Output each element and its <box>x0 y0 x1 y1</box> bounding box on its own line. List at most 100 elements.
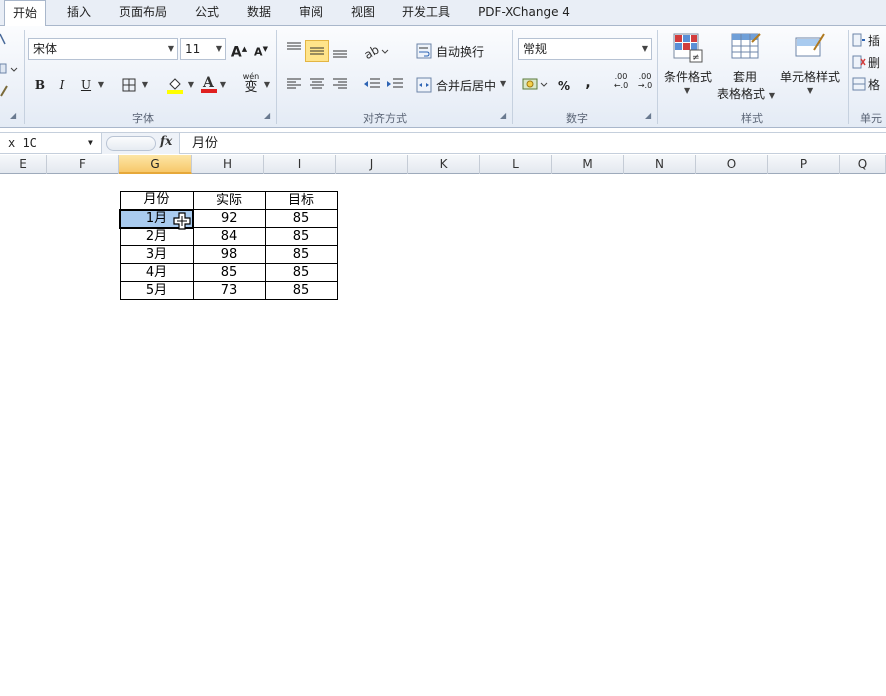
number-launcher-icon[interactable]: ◢ <box>645 111 651 120</box>
alignment-launcher-icon[interactable]: ◢ <box>500 111 506 120</box>
copy-icon[interactable] <box>0 62 18 76</box>
increase-decimal-button[interactable]: .00 ←.0 <box>610 72 632 96</box>
bold-button[interactable]: B <box>32 74 48 96</box>
format-cells-icon <box>852 77 866 91</box>
table-cell[interactable]: 5月 <box>119 281 194 300</box>
italic-button[interactable]: I <box>54 74 70 96</box>
align-left-icon[interactable] <box>284 74 304 94</box>
phonetic-button[interactable]: wén 变 <box>240 72 262 98</box>
column-header[interactable]: K <box>408 155 480 174</box>
underline-button[interactable]: U <box>78 74 94 96</box>
table-cell[interactable]: 85 <box>192 263 266 282</box>
formula-splitter-handle[interactable] <box>106 136 156 151</box>
table-cell[interactable]: 4月 <box>119 263 194 282</box>
table-header-cell[interactable]: 月份 <box>119 191 194 210</box>
insert-cells-button[interactable]: 插 <box>852 32 886 48</box>
column-header[interactable]: H <box>192 155 264 174</box>
table-header-cell[interactable]: 目标 <box>264 191 338 210</box>
decrease-indent-icon[interactable] <box>362 74 382 94</box>
delete-cells-button[interactable]: 删 <box>852 54 886 70</box>
phonetic-dropdown-icon[interactable]: ▼ <box>262 74 272 96</box>
format-painter-icon[interactable] <box>0 84 8 98</box>
column-header[interactable]: I <box>264 155 336 174</box>
decrease-decimal-button[interactable]: .00 →.0 <box>634 72 656 96</box>
align-right-icon[interactable] <box>330 74 350 94</box>
accounting-format-icon[interactable] <box>522 75 550 95</box>
table-cell[interactable]: 85 <box>264 281 338 300</box>
table-cell[interactable]: 98 <box>192 245 266 264</box>
tab-formulas[interactable]: 公式 <box>186 0 228 26</box>
percent-button[interactable]: % <box>556 75 572 97</box>
column-header-selected[interactable]: G <box>119 155 192 174</box>
table-cell[interactable]: 92 <box>192 209 266 228</box>
increase-indent-icon[interactable] <box>385 74 405 94</box>
decrease-decimal-arrow-icon: →.0 <box>637 81 653 90</box>
column-header[interactable]: E <box>0 155 47 174</box>
clipboard-launcher-icon[interactable]: ◢ <box>10 111 16 120</box>
align-top-icon[interactable] <box>284 40 304 58</box>
table-cell[interactable]: 3月 <box>119 245 194 264</box>
tab-insert[interactable]: 插入 <box>58 0 100 26</box>
table-cell[interactable]: 85 <box>264 227 338 246</box>
fill-color-dropdown-icon[interactable]: ▼ <box>186 74 196 96</box>
name-box-value: x 1C <box>8 136 37 150</box>
increase-decimal-arrow-icon: ←.0 <box>613 81 629 90</box>
format-as-table-label-1: 套用 <box>732 70 757 84</box>
insert-function-icon[interactable]: fx <box>160 134 172 148</box>
tab-review[interactable]: 审阅 <box>290 0 332 26</box>
tab-home[interactable]: 开始 <box>4 0 46 27</box>
alignment-group-label: 对齐方式 <box>363 112 407 125</box>
number-format-dropdown[interactable]: 常规 ▼ <box>518 38 652 60</box>
column-header[interactable]: O <box>696 155 768 174</box>
column-header[interactable]: P <box>768 155 840 174</box>
fill-color-icon[interactable] <box>166 76 184 94</box>
tab-page-layout[interactable]: 页面布局 <box>112 0 174 26</box>
merge-dropdown-icon[interactable]: ▼ <box>500 79 506 88</box>
font-name-dropdown[interactable]: 宋体 ▼ <box>28 38 178 60</box>
border-icon[interactable] <box>122 78 136 92</box>
shrink-font-button[interactable]: A▼ <box>252 38 270 60</box>
column-header[interactable]: Q <box>840 155 886 174</box>
table-cell[interactable]: 85 <box>264 209 338 228</box>
name-box[interactable]: x 1C ▼ <box>0 133 102 154</box>
table-cell[interactable]: 73 <box>192 281 266 300</box>
formula-input[interactable]: 月份 <box>192 133 218 154</box>
table-cell[interactable]: 84 <box>192 227 266 246</box>
table-cell[interactable]: 2月 <box>119 227 194 246</box>
scissors-icon[interactable] <box>0 32 6 46</box>
comma-button[interactable]: , <box>580 72 596 94</box>
tab-view[interactable]: 视图 <box>342 0 384 26</box>
border-dropdown-icon[interactable]: ▼ <box>140 74 150 96</box>
column-header[interactable]: J <box>336 155 408 174</box>
tab-data[interactable]: 数据 <box>238 0 280 26</box>
align-middle-button[interactable] <box>305 40 329 62</box>
orientation-icon[interactable]: ab <box>362 40 390 62</box>
font-size-dropdown[interactable]: 11 ▼ <box>180 38 226 60</box>
table-header-cell[interactable]: 实际 <box>192 191 266 210</box>
wrap-text-button[interactable]: 自动换行 <box>416 40 506 62</box>
align-bottom-icon[interactable] <box>330 40 350 62</box>
align-center-icon[interactable] <box>307 74 327 94</box>
column-header[interactable]: F <box>47 155 119 174</box>
column-header[interactable]: L <box>480 155 552 174</box>
format-cells-button[interactable]: 格 <box>852 76 886 92</box>
tab-pdf-xchange[interactable]: PDF-XChange 4 <box>470 0 578 26</box>
merge-center-button[interactable]: 合并后居中 ▼ <box>416 74 510 96</box>
column-header[interactable]: N <box>624 155 696 174</box>
table-cell[interactable]: 85 <box>264 263 338 282</box>
conditional-format-button[interactable]: ≠ 条件格式 ▼ <box>660 28 716 102</box>
grow-font-button[interactable]: A▲ <box>230 38 248 61</box>
cell-styles-button[interactable]: 单元格样式 ▼ <box>778 28 842 102</box>
align-middle-icon <box>310 47 324 55</box>
underline-dropdown-icon[interactable]: ▼ <box>96 74 106 96</box>
tab-developer[interactable]: 开发工具 <box>394 0 458 26</box>
column-header[interactable]: M <box>552 155 624 174</box>
font-launcher-icon[interactable]: ◢ <box>264 111 270 120</box>
table-cell[interactable]: 85 <box>264 245 338 264</box>
font-color-icon[interactable]: A <box>200 74 218 94</box>
font-color-dropdown-icon[interactable]: ▼ <box>218 74 228 96</box>
chevron-down-icon[interactable]: ▼ <box>88 133 93 153</box>
styles-group-label: 样式 <box>741 112 763 125</box>
format-as-table-button[interactable]: 套用 表格格式 ▼ <box>716 28 776 102</box>
formula-bar: x 1C ▼ fx 月份 <box>0 132 886 154</box>
